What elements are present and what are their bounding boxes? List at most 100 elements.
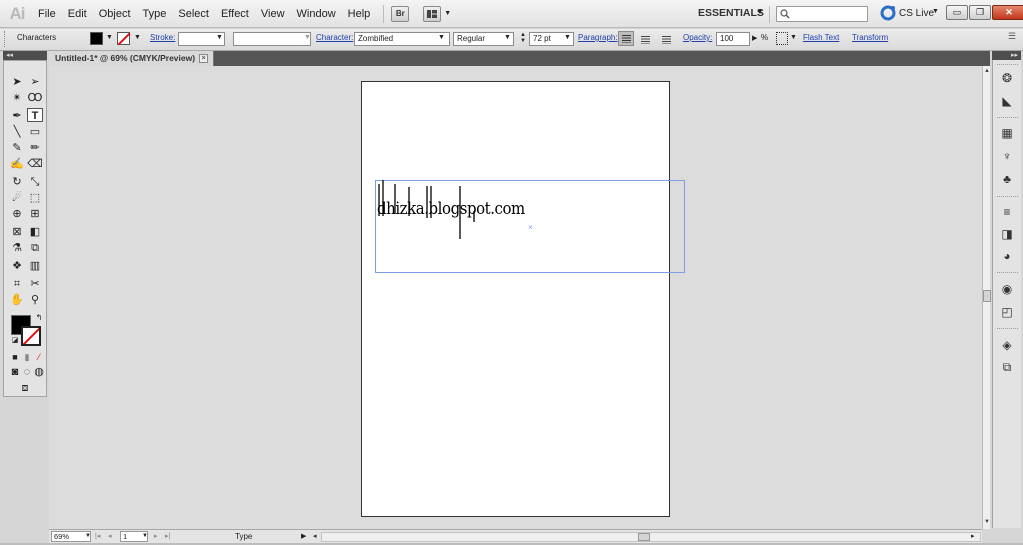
menu-type[interactable]: Type xyxy=(137,8,173,20)
opacity-field[interactable]: 100 xyxy=(716,32,750,46)
type-tool-icon[interactable]: T xyxy=(27,108,43,122)
graphic-styles-icon[interactable]: ◰ xyxy=(999,305,1015,320)
magic-wand-tool-icon[interactable]: ✴ xyxy=(9,91,25,105)
scroll-left-icon[interactable]: ◂ xyxy=(313,532,317,540)
screen-mode-icon[interactable]: ⧈ xyxy=(17,381,33,395)
first-page-icon[interactable]: |◂ xyxy=(95,532,100,540)
eraser-tool-icon[interactable]: ⌫ xyxy=(27,157,43,171)
chevron-down-icon[interactable]: ▼ xyxy=(142,533,148,539)
pencil-tool-icon[interactable]: ✏ xyxy=(27,141,43,155)
transparency-icon[interactable]: ◕ xyxy=(999,249,1015,264)
current-tool-status[interactable]: Type xyxy=(235,532,252,541)
lasso-tool-icon[interactable]: Ꝏ xyxy=(27,91,43,105)
chevron-down-icon[interactable]: ▼ xyxy=(504,34,511,41)
chevron-down-icon[interactable]: ▼ xyxy=(564,34,571,41)
symbol-sprayer-tool-icon[interactable]: ❖ xyxy=(9,259,25,273)
scroll-right-icon[interactable]: ▸ xyxy=(971,532,975,540)
draw-inside-icon[interactable]: ◍ xyxy=(31,365,47,379)
scroll-up-icon[interactable]: ▲ xyxy=(984,68,990,74)
chevron-down-icon[interactable]: ▼ xyxy=(932,8,939,15)
chevron-down-icon[interactable]: ▼ xyxy=(304,34,311,41)
selection-tool-icon[interactable]: ➤ xyxy=(9,75,25,89)
arrange-documents-arrow-icon[interactable]: ▼ xyxy=(444,10,451,17)
stroke-panel-link[interactable]: Stroke: xyxy=(150,33,175,42)
stroke-color-swatch[interactable] xyxy=(117,32,130,45)
line-segment-tool-icon[interactable]: ╲ xyxy=(9,125,25,139)
fill-color-swatch[interactable] xyxy=(90,32,103,45)
appearance-icon[interactable]: ◉ xyxy=(999,282,1015,297)
search-input[interactable] xyxy=(776,6,868,22)
layers-icon[interactable]: ◈ xyxy=(999,338,1015,353)
menu-select[interactable]: Select xyxy=(172,8,215,20)
document-tab[interactable]: Untitled-1* @ 69% (CMYK/Preview) × xyxy=(49,51,214,66)
slice-tool-icon[interactable]: ✂ xyxy=(27,277,43,291)
paintbrush-tool-icon[interactable]: ✎ xyxy=(9,141,25,155)
brushes-icon[interactable]: ♆ xyxy=(999,149,1015,164)
dock-header[interactable]: ▸▸ xyxy=(992,51,1021,60)
align-center-button[interactable] xyxy=(641,36,650,44)
perspective-grid-tool-icon[interactable]: ⊞ xyxy=(27,207,43,221)
horizontal-scroll-thumb[interactable] xyxy=(638,533,650,541)
default-fill-stroke-icon[interactable]: ◪ xyxy=(7,334,23,348)
artboards-icon[interactable]: ⧉ xyxy=(999,360,1015,375)
chevron-down-icon[interactable]: ▼ xyxy=(134,34,141,41)
color-icon[interactable]: ◣ xyxy=(999,94,1015,109)
last-page-icon[interactable]: ▸| xyxy=(165,532,170,540)
canvas[interactable]: dhizka.blogspot.com × xyxy=(49,66,982,529)
chevron-down-icon[interactable]: ▼ xyxy=(106,34,113,41)
character-panel-link[interactable]: Character: xyxy=(316,33,353,42)
previous-page-icon[interactable]: ◂ xyxy=(108,532,112,540)
restore-button[interactable]: ❐ xyxy=(969,5,991,20)
font-family-select[interactable]: Zombified xyxy=(354,32,450,46)
close-tab-icon[interactable]: × xyxy=(199,54,208,63)
warp-tool-icon[interactable]: ☄ xyxy=(9,191,25,205)
blend-tool-icon[interactable]: ⧉ xyxy=(27,241,43,255)
panel-grip-icon[interactable] xyxy=(4,31,7,47)
symbols-icon[interactable]: ♣ xyxy=(999,172,1015,187)
menu-effect[interactable]: Effect xyxy=(215,8,255,20)
menu-edit[interactable]: Edit xyxy=(62,8,93,20)
align-left-button[interactable] xyxy=(618,31,634,46)
gradient-icon[interactable]: ◨ xyxy=(999,227,1015,242)
free-transform-tool-icon[interactable]: ⬚ xyxy=(27,191,43,205)
variable-width-profile-select[interactable] xyxy=(233,32,311,46)
eyedropper-tool-icon[interactable]: ⚗ xyxy=(9,241,25,255)
arrange-documents-button[interactable] xyxy=(423,5,442,22)
scroll-down-icon[interactable]: ▼ xyxy=(984,519,990,525)
column-graph-tool-icon[interactable]: ▥ xyxy=(27,259,43,273)
workspace-switcher[interactable]: ESSENTIALS xyxy=(698,7,764,19)
close-button[interactable]: ✕ xyxy=(992,5,1023,20)
color-guide-icon[interactable]: ❂ xyxy=(999,71,1015,86)
font-size-stepper-icon[interactable]: ▲ ▼ xyxy=(520,32,526,44)
next-page-icon[interactable]: ▸ xyxy=(154,532,158,540)
panel-menu-icon[interactable]: ☰ xyxy=(1008,31,1016,42)
direct-selection-tool-icon[interactable]: ➢ xyxy=(27,75,43,89)
shape-builder-tool-icon[interactable]: ⊕ xyxy=(9,207,25,221)
cs-live-button[interactable]: CS Live xyxy=(899,8,934,19)
chevron-down-icon[interactable]: ▼ xyxy=(216,34,223,41)
rectangle-tool-icon[interactable]: ▭ xyxy=(27,125,43,139)
artboard-tool-icon[interactable]: ⌗ xyxy=(9,277,25,291)
flash-text-link[interactable]: Flash Text xyxy=(803,33,839,42)
vertical-scroll-thumb[interactable] xyxy=(983,290,991,302)
stroke-icon[interactable]: ≡ xyxy=(999,205,1015,220)
cs-live-icon[interactable] xyxy=(880,5,896,21)
swap-fill-stroke-icon[interactable]: ↰ xyxy=(31,311,47,325)
opacity-panel-link[interactable]: Opacity: xyxy=(683,33,712,42)
bridge-button[interactable]: Br xyxy=(391,5,410,22)
status-menu-icon[interactable]: ▶ xyxy=(301,532,306,540)
gradient-tool-icon[interactable]: ◧ xyxy=(27,225,43,239)
swatches-icon[interactable]: ▦ xyxy=(999,126,1015,141)
scale-tool-icon[interactable]: ⤡ xyxy=(27,175,43,189)
menu-view[interactable]: View xyxy=(255,8,291,20)
menu-file[interactable]: File xyxy=(32,8,62,20)
pen-tool-icon[interactable]: ✒ xyxy=(9,109,25,123)
minimize-button[interactable]: ▭ xyxy=(946,5,968,20)
chevron-down-icon[interactable]: ▼ xyxy=(438,34,445,41)
chevron-down-icon[interactable]: ▼ xyxy=(756,7,764,16)
rotate-tool-icon[interactable]: ↻ xyxy=(9,175,25,189)
mesh-tool-icon[interactable]: ⊠ xyxy=(9,225,25,239)
chevron-down-icon[interactable]: ▼ xyxy=(85,533,91,539)
vertical-scrollbar[interactable]: ▲ ▼ xyxy=(982,66,991,529)
paragraph-panel-link[interactable]: Paragraph: xyxy=(578,33,618,42)
